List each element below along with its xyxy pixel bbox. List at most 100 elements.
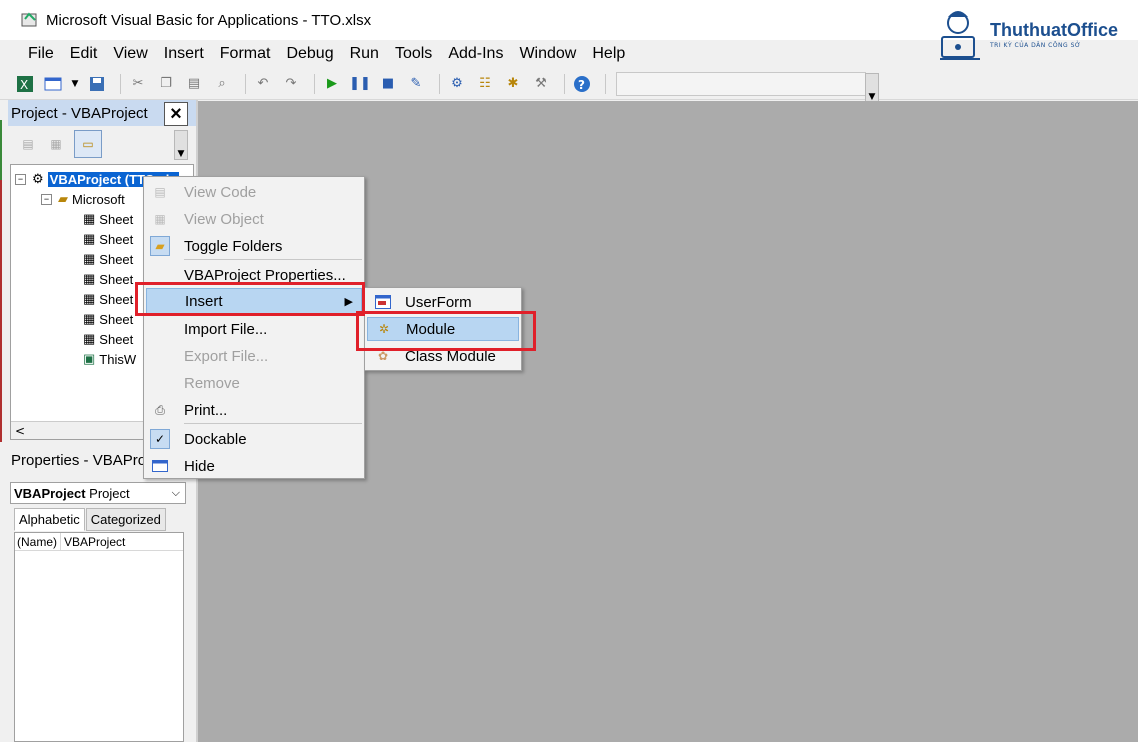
workbook-icon: ▣ <box>83 351 96 366</box>
reset-icon[interactable]: ■ <box>377 73 399 95</box>
view-code-icon[interactable]: ▤ <box>18 135 38 153</box>
cut-icon[interactable]: ✂ <box>127 73 149 95</box>
vba-app-icon <box>20 10 40 30</box>
tree-sheet-row[interactable]: ▦ Sheet <box>83 309 133 329</box>
run-icon[interactable]: ▶ <box>321 73 343 95</box>
toolbar-options-icon[interactable]: ▼ <box>865 72 879 103</box>
menu-separator <box>184 259 362 260</box>
chevron-down-icon[interactable]: ⌵ <box>172 487 180 500</box>
svg-text:?: ? <box>578 78 585 92</box>
checkmark-icon: ✓ <box>150 429 170 449</box>
submenu-item-label: UserForm <box>405 293 472 311</box>
menu-item-label: Print... <box>184 401 228 419</box>
properties-icon[interactable]: ☷ <box>474 73 496 95</box>
object-type: Project <box>89 485 130 501</box>
menu-tools[interactable]: Tools <box>395 45 432 63</box>
undo-icon[interactable]: ↶ <box>252 73 274 95</box>
menu-window[interactable]: Window <box>519 45 576 63</box>
break-icon[interactable]: ❚❚ <box>349 73 371 95</box>
window-title: Microsoft Visual Basic for Applications … <box>46 11 372 29</box>
menu-item-view-object[interactable]: ▦ View Object <box>146 206 362 232</box>
menu-item-print[interactable]: ⎙ Print... <box>146 397 362 423</box>
menu-item-label: Import File... <box>184 320 268 338</box>
dropdown-icon[interactable]: ▼ <box>70 73 80 95</box>
menu-item-import-file[interactable]: Import File... <box>146 316 362 342</box>
save-icon[interactable] <box>86 73 108 95</box>
property-value[interactable]: VBAProject <box>61 535 125 549</box>
project-pane-close-button[interactable]: × <box>164 102 188 126</box>
window-edge-accent <box>0 180 2 442</box>
object-browser-icon[interactable]: ✱ <box>502 73 524 95</box>
tree-sheet-label: Sheet <box>99 231 134 247</box>
menu-run[interactable]: Run <box>350 45 379 63</box>
toolbar-separator <box>439 73 440 94</box>
help-icon[interactable]: ? <box>571 73 593 95</box>
menu-item-label: View Code <box>184 183 257 201</box>
project-explorer-icon[interactable]: ⚙ <box>446 73 468 95</box>
project-pane-title: Project - VBAProject <box>11 104 148 122</box>
menu-item-label: Dockable <box>184 430 247 448</box>
tree-sheet-row[interactable]: ▦ Sheet <box>83 249 133 269</box>
menu-view[interactable]: View <box>113 45 147 63</box>
design-mode-icon[interactable]: ✎ <box>405 73 427 95</box>
property-key: (Name) <box>15 533 61 550</box>
view-object-icon[interactable]: ▦ <box>46 135 66 153</box>
tree-sheet-row[interactable]: ▦ Sheet <box>83 229 133 249</box>
menu-edit[interactable]: Edit <box>70 45 98 63</box>
menu-item-export-file[interactable]: Export File... <box>146 343 362 369</box>
menu-item-label: Hide <box>184 457 215 475</box>
tree-sheet-label: Sheet <box>99 211 134 227</box>
properties-window: Properties - VBAPro VBAProject Project ⌵… <box>8 446 196 742</box>
tree-sheet-row[interactable]: ▦ Sheet <box>83 289 133 309</box>
project-context-menu: ▤ View Code ▦ View Object ▰ Toggle Folde… <box>143 176 365 479</box>
tree-sheet-row[interactable]: ▦ Sheet <box>83 269 133 289</box>
tree-folder-label: Microsoft <box>72 191 125 207</box>
menu-help[interactable]: Help <box>592 45 625 63</box>
tree-sheet-row[interactable]: ▦ Sheet <box>83 329 133 349</box>
menu-item-view-code[interactable]: ▤ View Code <box>146 179 362 205</box>
menu-item-label: Toggle Folders <box>184 237 283 255</box>
insert-userform-icon[interactable] <box>42 73 64 95</box>
menu-format[interactable]: Format <box>220 45 271 63</box>
tree-sheet-label: Sheet <box>99 311 134 327</box>
worksheet-icon: ▦ <box>83 231 96 246</box>
menu-item-remove[interactable]: Remove <box>146 370 362 396</box>
menu-item-label: Export File... <box>184 347 269 365</box>
tree-sheet-label: Sheet <box>99 271 134 287</box>
collapse-icon[interactable]: − <box>41 193 52 205</box>
worksheet-icon: ▦ <box>83 271 96 286</box>
tree-workbook-row[interactable]: ▣ ThisW <box>83 349 136 369</box>
standard-toolbar: X ▼ ✂ ❐ ▤ ⌕ ↶ ↷ ▶ ❚❚ ■ ✎ ⚙ ☷ ✱ ⚒ ? ▼ <box>0 68 1138 103</box>
tree-sheet-label: Sheet <box>99 291 134 307</box>
toggle-folders-icon[interactable]: ▭ <box>74 130 102 158</box>
properties-tabs: Alphabetic Categorized <box>14 508 167 531</box>
menu-debug[interactable]: Debug <box>286 45 333 63</box>
menu-item-toggle-folders[interactable]: ▰ Toggle Folders <box>146 233 362 259</box>
menu-file[interactable]: File <box>28 45 54 63</box>
tab-categorized[interactable]: Categorized <box>85 508 166 531</box>
excel-icon[interactable]: X <box>14 73 36 95</box>
paste-icon[interactable]: ▤ <box>183 73 205 95</box>
scroll-left-icon[interactable]: < <box>15 424 25 438</box>
tree-folder-row[interactable]: − ▰ Microsoft <box>41 189 125 209</box>
pane-toolbar-options-icon[interactable]: ▼ <box>174 130 188 160</box>
tree-sheet-row[interactable]: ▦ Sheet <box>83 209 133 229</box>
menu-insert[interactable]: Insert <box>164 45 204 63</box>
menu-add-ins[interactable]: Add-Ins <box>448 45 503 63</box>
hide-window-icon <box>150 456 170 476</box>
menu-separator <box>184 423 362 424</box>
find-icon[interactable]: ⌕ <box>211 73 233 95</box>
worksheet-icon: ▦ <box>83 291 96 306</box>
folder-icon: ▰ <box>150 236 170 256</box>
tab-alphabetic[interactable]: Alphabetic <box>14 508 85 531</box>
redo-icon[interactable]: ↷ <box>280 73 302 95</box>
object-select[interactable]: VBAProject Project ⌵ <box>10 482 186 504</box>
menu-item-hide[interactable]: Hide <box>146 453 362 479</box>
property-row[interactable]: (Name) VBAProject <box>15 533 183 551</box>
worksheet-icon: ▦ <box>83 211 96 226</box>
collapse-icon[interactable]: − <box>15 173 26 185</box>
copy-icon[interactable]: ❐ <box>155 73 177 95</box>
view-code-icon: ▤ <box>154 185 166 199</box>
toolbox-icon[interactable]: ⚒ <box>530 73 552 95</box>
menu-item-dockable[interactable]: ✓ Dockable <box>146 426 362 452</box>
